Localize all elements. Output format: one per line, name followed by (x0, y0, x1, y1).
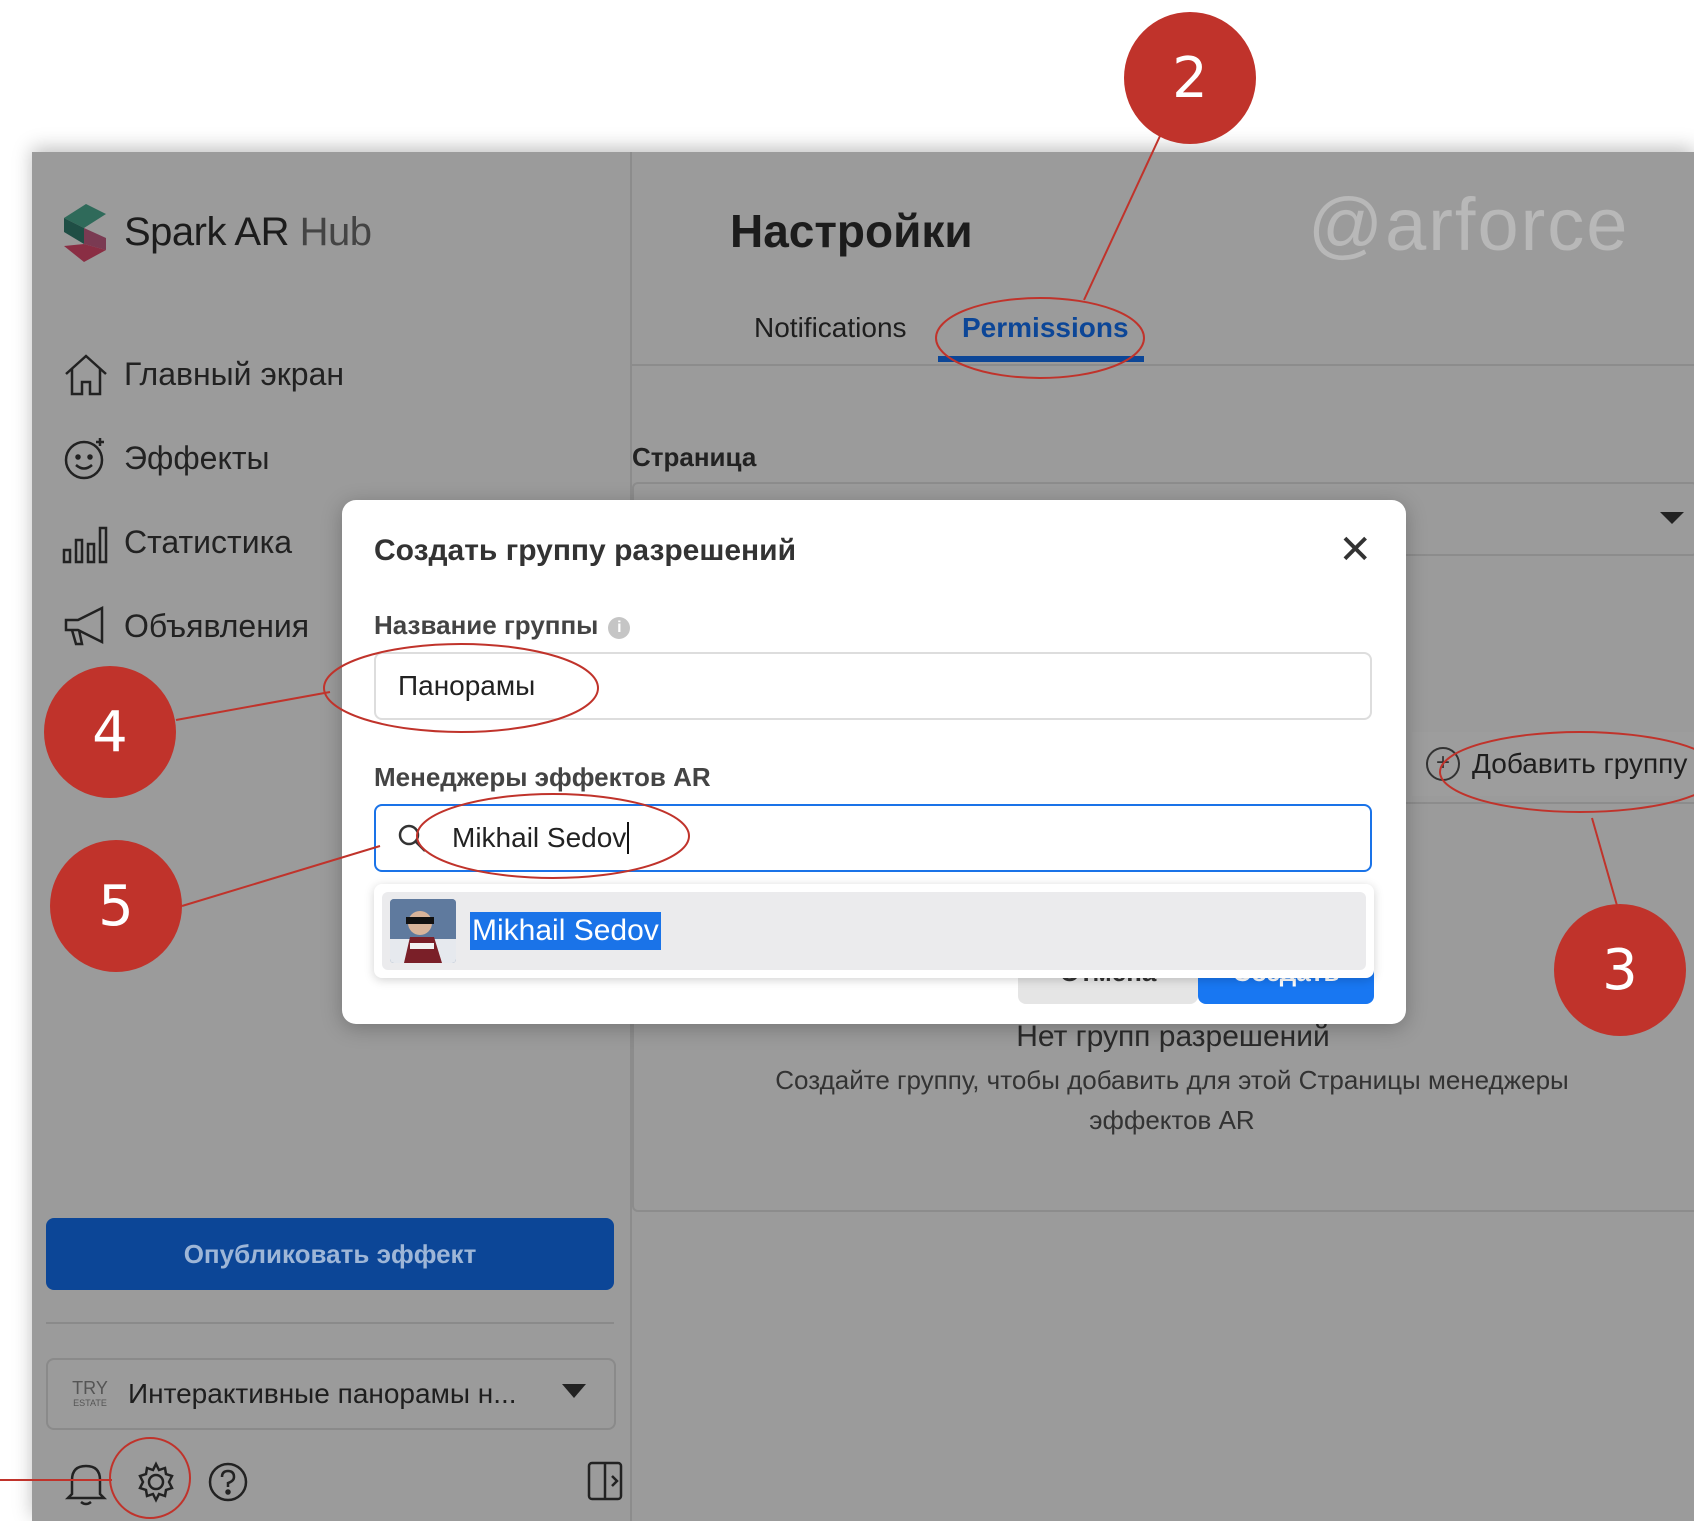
group-name-value: Панорамы (398, 670, 536, 701)
effects-icon (64, 438, 104, 480)
chevron-down-icon (562, 1384, 586, 1398)
group-name-field[interactable]: Панорамы (374, 652, 1372, 720)
sidebar-item-label: Эффекты (124, 439, 270, 476)
sidebar-item-label: Главный экран (124, 355, 345, 392)
plus-circle-icon: + (1426, 747, 1460, 781)
search-value: Mikhail Sedov (452, 822, 627, 853)
logo-text: Spark AR Hub (124, 209, 372, 254)
sidebar-item-stats[interactable]: Статистика (60, 500, 344, 584)
tab-notifications[interactable]: Notifications (754, 312, 907, 344)
stats-icon (62, 526, 108, 564)
divider (46, 1322, 614, 1324)
help-icon[interactable] (206, 1460, 250, 1504)
annotation-marker-2: 2 (1124, 12, 1256, 144)
group-name-label: Название группы i (374, 610, 631, 641)
spark-ar-logo-icon (64, 204, 106, 262)
settings-tabs: Notifications Permissions (632, 302, 1694, 366)
try-estate-logo: TRY ESTATE (72, 1378, 108, 1408)
sidebar-nav: Главный экран Эффекты Статистика Объявле… (60, 332, 344, 668)
watermark: @arforce (1308, 183, 1630, 266)
page-selector[interactable]: TRY ESTATE Интерактивные панорамы н... (46, 1358, 616, 1430)
managers-search-input[interactable]: Mikhail Sedov (374, 804, 1372, 872)
user-suggestions-dropdown: Mikhail Sedov (374, 884, 1374, 978)
active-tab-indicator (938, 356, 1144, 362)
close-icon[interactable]: ✕ (1338, 530, 1372, 570)
add-group-label: Добавить группу (1472, 748, 1688, 779)
sidebar-item-effects[interactable]: Эффекты (60, 416, 344, 500)
suggestion-name: Mikhail Sedov (470, 912, 661, 950)
annotation-marker-4: 4 (44, 666, 176, 798)
empty-state-title: Нет групп разрешений (1016, 1020, 1330, 1053)
suggestion-item[interactable]: Mikhail Sedov (382, 892, 1366, 970)
create-permission-group-dialog: Создать группу разрешений ✕ Название гру… (342, 500, 1406, 1024)
page-selector-label: Интерактивные панорамы н... (128, 1378, 517, 1409)
info-icon[interactable]: i (608, 617, 631, 639)
home-icon (65, 354, 107, 396)
text-cursor (627, 822, 630, 854)
sidebar-item-label: Объявления (124, 607, 310, 644)
collapse-sidebar-icon[interactable] (586, 1460, 624, 1502)
page-title: Настройки (730, 205, 973, 257)
search-icon (398, 824, 426, 852)
managers-label: Менеджеры эффектов AR (374, 762, 711, 792)
avatar (390, 899, 456, 963)
bell-icon[interactable] (64, 1458, 108, 1508)
megaphone-icon (64, 605, 104, 646)
chevron-down-icon (1660, 512, 1684, 524)
annotation-marker-5: 5 (50, 840, 182, 972)
sidebar-item-ads[interactable]: Объявления (60, 584, 344, 668)
logo[interactable]: Spark AR Hub (60, 200, 372, 264)
sidebar-item-home[interactable]: Главный экран (60, 332, 344, 416)
annotation-marker-3: 3 (1554, 904, 1686, 1036)
gear-icon[interactable] (134, 1460, 178, 1504)
page-section-label: Страница (632, 442, 757, 472)
sidebar-footer (60, 1454, 623, 1514)
publish-effect-button[interactable]: Опубликовать эффект (46, 1218, 614, 1290)
tab-permissions[interactable]: Permissions (962, 312, 1129, 344)
sidebar-item-label: Статистика (124, 523, 293, 560)
dialog-title: Создать группу разрешений (374, 534, 797, 567)
add-group-button[interactable]: + Добавить группу (1412, 732, 1694, 796)
empty-state-description: Создайте группу, чтобы добавить для этой… (775, 1065, 1569, 1135)
